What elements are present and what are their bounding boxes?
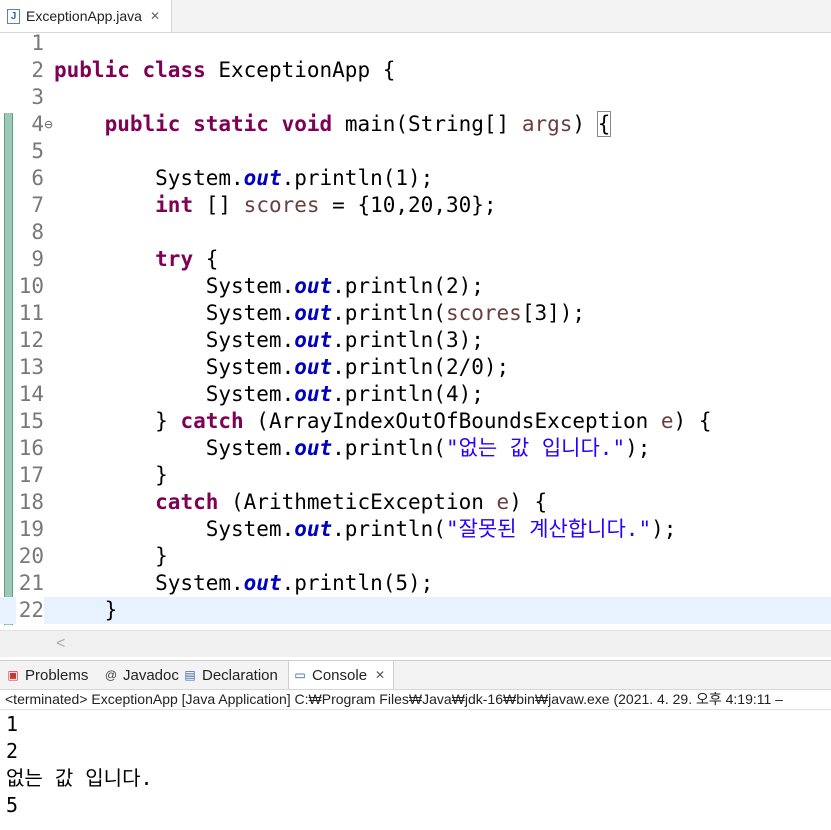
line-number: 5 bbox=[16, 138, 44, 165]
fold-icon[interactable]: ⊖ bbox=[44, 111, 53, 138]
tab-javadoc[interactable]: @ Javadoc bbox=[104, 661, 179, 689]
editor-tab-exceptionapp[interactable]: J ExceptionApp.java ✕ bbox=[0, 0, 172, 32]
line-number: 17 bbox=[16, 462, 44, 489]
scroll-left-icon[interactable]: < bbox=[56, 635, 65, 653]
console-line: 1 bbox=[6, 712, 19, 736]
code-line[interactable]: 3 bbox=[0, 84, 831, 111]
code-text: System.out.println(2); bbox=[54, 274, 484, 298]
code-text: System.out.println(scores[3]); bbox=[54, 301, 586, 325]
code-text: System.out.println("잘못된 계산합니다."); bbox=[54, 517, 677, 541]
line-number: 9 bbox=[16, 246, 44, 273]
code-line[interactable]: 20 } bbox=[0, 543, 831, 570]
code-text: System.out.println(5); bbox=[54, 571, 434, 595]
line-number: 13 bbox=[16, 354, 44, 381]
code-line[interactable]: 6 System.out.println(1); bbox=[0, 165, 831, 192]
code-line[interactable]: 13 System.out.println(2/0); bbox=[0, 354, 831, 381]
code-line[interactable]: 11 System.out.println(scores[3]); bbox=[0, 300, 831, 327]
code-line[interactable]: 15 } catch (ArrayIndexOutOfBoundsExcepti… bbox=[0, 408, 831, 435]
line-number: 3 bbox=[16, 84, 44, 111]
code-line[interactable]: 18 catch (ArithmeticException e) { bbox=[0, 489, 831, 516]
code-text: try { bbox=[155, 247, 219, 271]
line-number: 19 bbox=[16, 516, 44, 543]
code-text: System.out.println("없는 값 입니다."); bbox=[54, 436, 651, 460]
code-line[interactable]: 14 System.out.println(4); bbox=[0, 381, 831, 408]
line-number: 16 bbox=[16, 435, 44, 462]
line-number: 2 bbox=[16, 57, 44, 84]
code-line[interactable]: 5 bbox=[0, 138, 831, 165]
declaration-icon: ▤ bbox=[184, 668, 196, 682]
code-text: System.out.println(3); bbox=[54, 328, 484, 352]
code-line[interactable]: 21 System.out.println(5); bbox=[0, 570, 831, 597]
code-text: System.out.println(1); bbox=[54, 166, 434, 190]
code-line[interactable]: 22 } bbox=[0, 597, 831, 624]
tab-console-label: Console bbox=[312, 666, 368, 684]
tab-declaration-label: Declaration bbox=[202, 666, 278, 684]
panel-tab-bar: ▣ Problems @ Javadoc ▤ Declaration ▭ Con… bbox=[0, 660, 831, 690]
java-file-icon: J bbox=[7, 8, 20, 24]
code-line[interactable]: 8 bbox=[0, 219, 831, 246]
line-number: 12 bbox=[16, 327, 44, 354]
code-editor[interactable]: 1 2 public class ExceptionApp { 3 4 ⊖ public … bbox=[0, 33, 831, 630]
console-line: 없는 값 입니다. bbox=[6, 766, 153, 790]
code-line[interactable]: 16 System.out.println("없는 값 입니다."); bbox=[0, 435, 831, 462]
line-number: 4 bbox=[16, 111, 44, 138]
close-icon[interactable]: ✕ bbox=[375, 668, 385, 682]
horizontal-scrollbar[interactable]: < bbox=[0, 630, 831, 657]
editor-tab-label: ExceptionApp.java bbox=[26, 8, 142, 24]
problems-icon: ▣ bbox=[7, 668, 19, 682]
console-line: 2 bbox=[6, 739, 19, 763]
code-line[interactable]: 9 try { bbox=[0, 246, 831, 273]
code-line[interactable]: 4 ⊖ public static void main(String[] args… bbox=[0, 111, 831, 138]
tab-problems-label: Problems bbox=[25, 666, 89, 684]
tab-problems[interactable]: ▣ Problems bbox=[6, 661, 88, 689]
code-line[interactable]: 1 bbox=[0, 33, 831, 57]
javadoc-icon: @ bbox=[104, 668, 118, 682]
line-number: 14 bbox=[16, 381, 44, 408]
line-number: 7 bbox=[16, 192, 44, 219]
code-line[interactable]: 12 System.out.println(3); bbox=[0, 327, 831, 354]
code-text: public class ExceptionApp { bbox=[54, 58, 396, 82]
line-number: 11 bbox=[16, 300, 44, 327]
console-output[interactable]: 1 2 없는 값 입니다. 5 bbox=[0, 711, 831, 830]
code-line[interactable]: 17 } bbox=[0, 462, 831, 489]
code-line[interactable]: 10 System.out.println(2); bbox=[0, 273, 831, 300]
code-text: System.out.println(4); bbox=[54, 382, 484, 406]
console-icon: ▭ bbox=[294, 668, 306, 682]
code-text: } catch (ArrayIndexOutOfBoundsException … bbox=[54, 409, 712, 433]
code-text: } bbox=[54, 463, 168, 487]
code-line[interactable]: 2 public class ExceptionApp { bbox=[0, 57, 831, 84]
line-number: 15 bbox=[16, 408, 44, 435]
code-line[interactable]: 19 System.out.println("잘못된 계산합니다."); bbox=[0, 516, 831, 543]
code-line[interactable]: 7 int [] scores = {10,20,30}; bbox=[0, 192, 831, 219]
editor-tab-bar: J ExceptionApp.java ✕ bbox=[0, 0, 831, 33]
console-line: 5 bbox=[6, 793, 19, 817]
code-text: catch (ArithmeticException e) { bbox=[155, 490, 548, 514]
console-status-line: <terminated> ExceptionApp [Java Applicat… bbox=[0, 688, 831, 710]
code-text: int [] scores = {10,20,30}; bbox=[155, 193, 497, 217]
line-number: 18 bbox=[16, 489, 44, 516]
tab-declaration[interactable]: ▤ Declaration bbox=[183, 661, 278, 689]
line-number: 1 bbox=[16, 33, 44, 57]
line-number: 10 bbox=[16, 273, 44, 300]
code-text: System.out.println(2/0); bbox=[54, 355, 510, 379]
line-number: 22 bbox=[16, 597, 44, 624]
line-number: 21 bbox=[16, 570, 44, 597]
code-text: } bbox=[54, 544, 168, 568]
tab-console[interactable]: ▭ Console ✕ bbox=[288, 661, 395, 689]
code-text: public static void main(String[] args) { bbox=[104, 111, 612, 137]
tab-javadoc-label: Javadoc bbox=[123, 666, 179, 684]
line-number: 20 bbox=[16, 543, 44, 570]
code-text: } bbox=[54, 598, 118, 622]
close-icon[interactable]: ✕ bbox=[150, 9, 160, 23]
line-number: 8 bbox=[16, 219, 44, 246]
line-number: 6 bbox=[16, 165, 44, 192]
